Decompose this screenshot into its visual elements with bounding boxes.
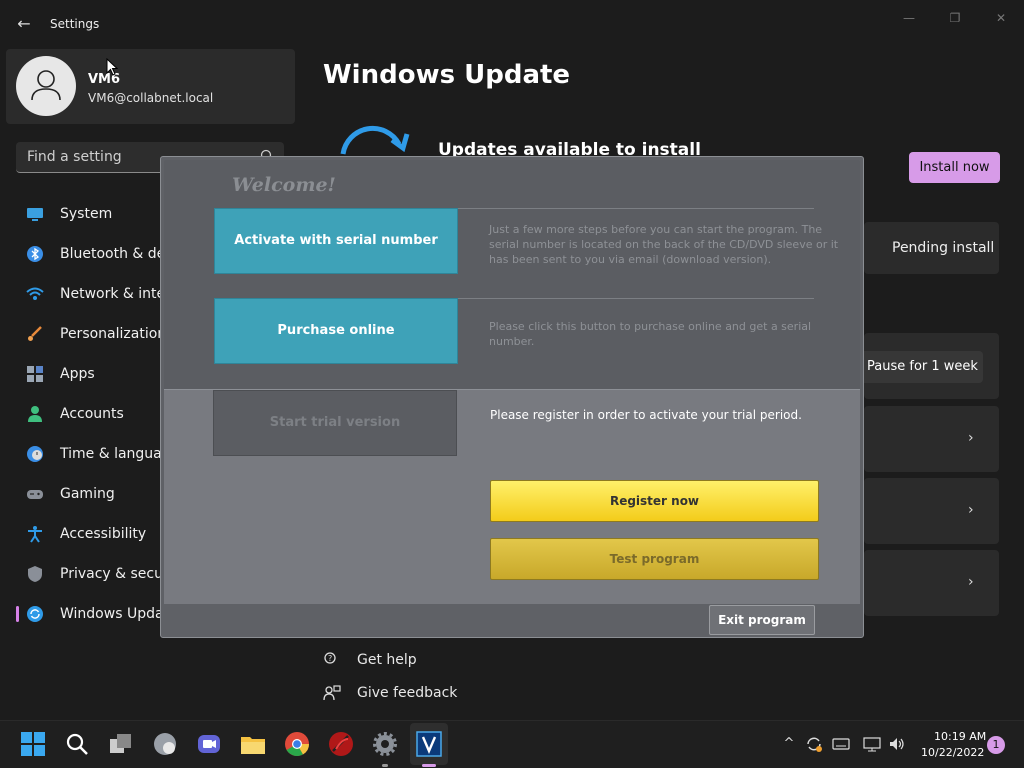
active-indicator — [16, 606, 19, 622]
exit-program-button[interactable]: Exit program — [709, 605, 815, 635]
app-v-icon[interactable] — [416, 731, 442, 757]
help-icon: ? — [324, 652, 336, 664]
register-now-button[interactable]: Register now — [490, 480, 819, 522]
trial-panel: Start trial version Please register in o… — [164, 389, 860, 604]
back-button[interactable]: ← — [12, 12, 36, 36]
person-icon — [28, 406, 42, 422]
sidebar-item-label: Apps — [60, 366, 95, 382]
pause-button[interactable]: Pause for 1 week — [856, 351, 983, 383]
welcome-heading: Welcome! — [232, 174, 336, 196]
sync-icon — [27, 606, 43, 622]
user-profile-card[interactable]: VM6 VM6@collabnet.local — [6, 49, 295, 124]
clock-globe-icon — [27, 446, 43, 462]
get-help-label: Get help — [357, 652, 417, 668]
purchase-online-button[interactable]: Purchase online — [214, 298, 458, 364]
sidebar-item-label: System — [60, 206, 113, 222]
page-title: Windows Update — [323, 60, 571, 90]
search-placeholder: Find a setting — [27, 149, 122, 165]
active-app-indicator — [422, 764, 436, 767]
sidebar-item-label: Accessibility — [60, 526, 147, 542]
pending-install-text: Pending install — [892, 240, 995, 256]
network-icon[interactable] — [863, 735, 881, 753]
notification-badge[interactable]: 1 — [987, 736, 1005, 754]
profile-email: VM6@collabnet.local — [88, 91, 214, 105]
keyboard-icon[interactable] — [832, 735, 850, 753]
task-view-icon[interactable] — [108, 731, 134, 757]
taskbar: ^ 10:19 AM 10/22/2022 1 — [0, 720, 1024, 768]
monitor-icon — [27, 208, 43, 221]
clock-date[interactable]: 10/22/2022 — [921, 746, 984, 759]
search-icon[interactable] — [64, 731, 90, 757]
clock-time[interactable]: 10:19 AM — [934, 730, 986, 743]
running-indicator — [382, 764, 388, 767]
purchase-description: Please click this button to purchase onl… — [489, 320, 812, 348]
update-status-icon-wrap — [337, 122, 411, 160]
chevron-right-icon: › — [968, 430, 974, 446]
trial-note: Please register in order to activate you… — [490, 408, 802, 422]
chevron-right-icon: › — [968, 574, 974, 590]
gamepad-icon — [27, 490, 43, 499]
file-explorer-icon[interactable] — [240, 731, 266, 757]
sidebar-item-label: Accounts — [60, 406, 124, 422]
activate-description: Just a few more steps before you can sta… — [489, 223, 839, 266]
wifi-icon — [26, 287, 44, 300]
app-title: Settings — [50, 17, 100, 31]
settings-row[interactable] — [864, 550, 999, 616]
purchase-online-label: Purchase online — [277, 323, 395, 338]
chrome-icon[interactable] — [284, 731, 310, 757]
dialog-content: Welcome! Activate with serial number Jus… — [164, 160, 860, 604]
activate-serial-button[interactable]: Activate with serial number — [214, 208, 458, 274]
start-trial-button[interactable]: Start trial version — [213, 390, 457, 456]
settings-row[interactable] — [864, 478, 999, 544]
maximize-button[interactable]: ❐ — [940, 8, 970, 28]
bluetooth-icon — [27, 246, 43, 262]
sidebar-item-label: Gaming — [60, 486, 115, 502]
test-program-button[interactable]: Test program — [490, 538, 819, 580]
chevron-right-icon: › — [968, 502, 974, 518]
close-button[interactable]: ✕ — [986, 8, 1016, 28]
settings-row[interactable] — [864, 406, 999, 472]
update-sync-icon — [340, 125, 410, 155]
activate-serial-label: Activate with serial number — [234, 233, 438, 248]
edge-icon[interactable] — [152, 731, 178, 757]
install-now-button[interactable]: Install now — [909, 152, 1000, 183]
brush-icon — [28, 326, 42, 341]
shield-icon — [28, 566, 42, 582]
avatar — [16, 56, 76, 116]
app-red-icon[interactable] — [328, 731, 354, 757]
volume-icon[interactable] — [888, 735, 906, 753]
give-feedback-label: Give feedback — [357, 685, 458, 701]
person-silhouette-icon — [31, 70, 61, 101]
minimize-button[interactable]: — — [894, 8, 924, 28]
registration-dialog: Welcome! Activate with serial number Jus… — [160, 156, 864, 638]
title-bar: ← Settings — ❐ ✕ — [0, 0, 1024, 48]
teams-icon[interactable] — [196, 731, 222, 757]
chevron-up-icon[interactable]: ^ — [780, 735, 798, 753]
sidebar-item-label: Personalization — [60, 326, 167, 342]
settings-gear-icon[interactable] — [372, 731, 398, 757]
feedback-icon — [323, 685, 341, 701]
accessibility-icon — [28, 526, 42, 543]
update-tray-icon[interactable] — [805, 735, 823, 753]
mouse-cursor-icon — [106, 58, 118, 76]
svg-text:?: ? — [328, 654, 332, 663]
start-icon[interactable] — [20, 731, 46, 757]
apps-icon — [27, 366, 43, 382]
